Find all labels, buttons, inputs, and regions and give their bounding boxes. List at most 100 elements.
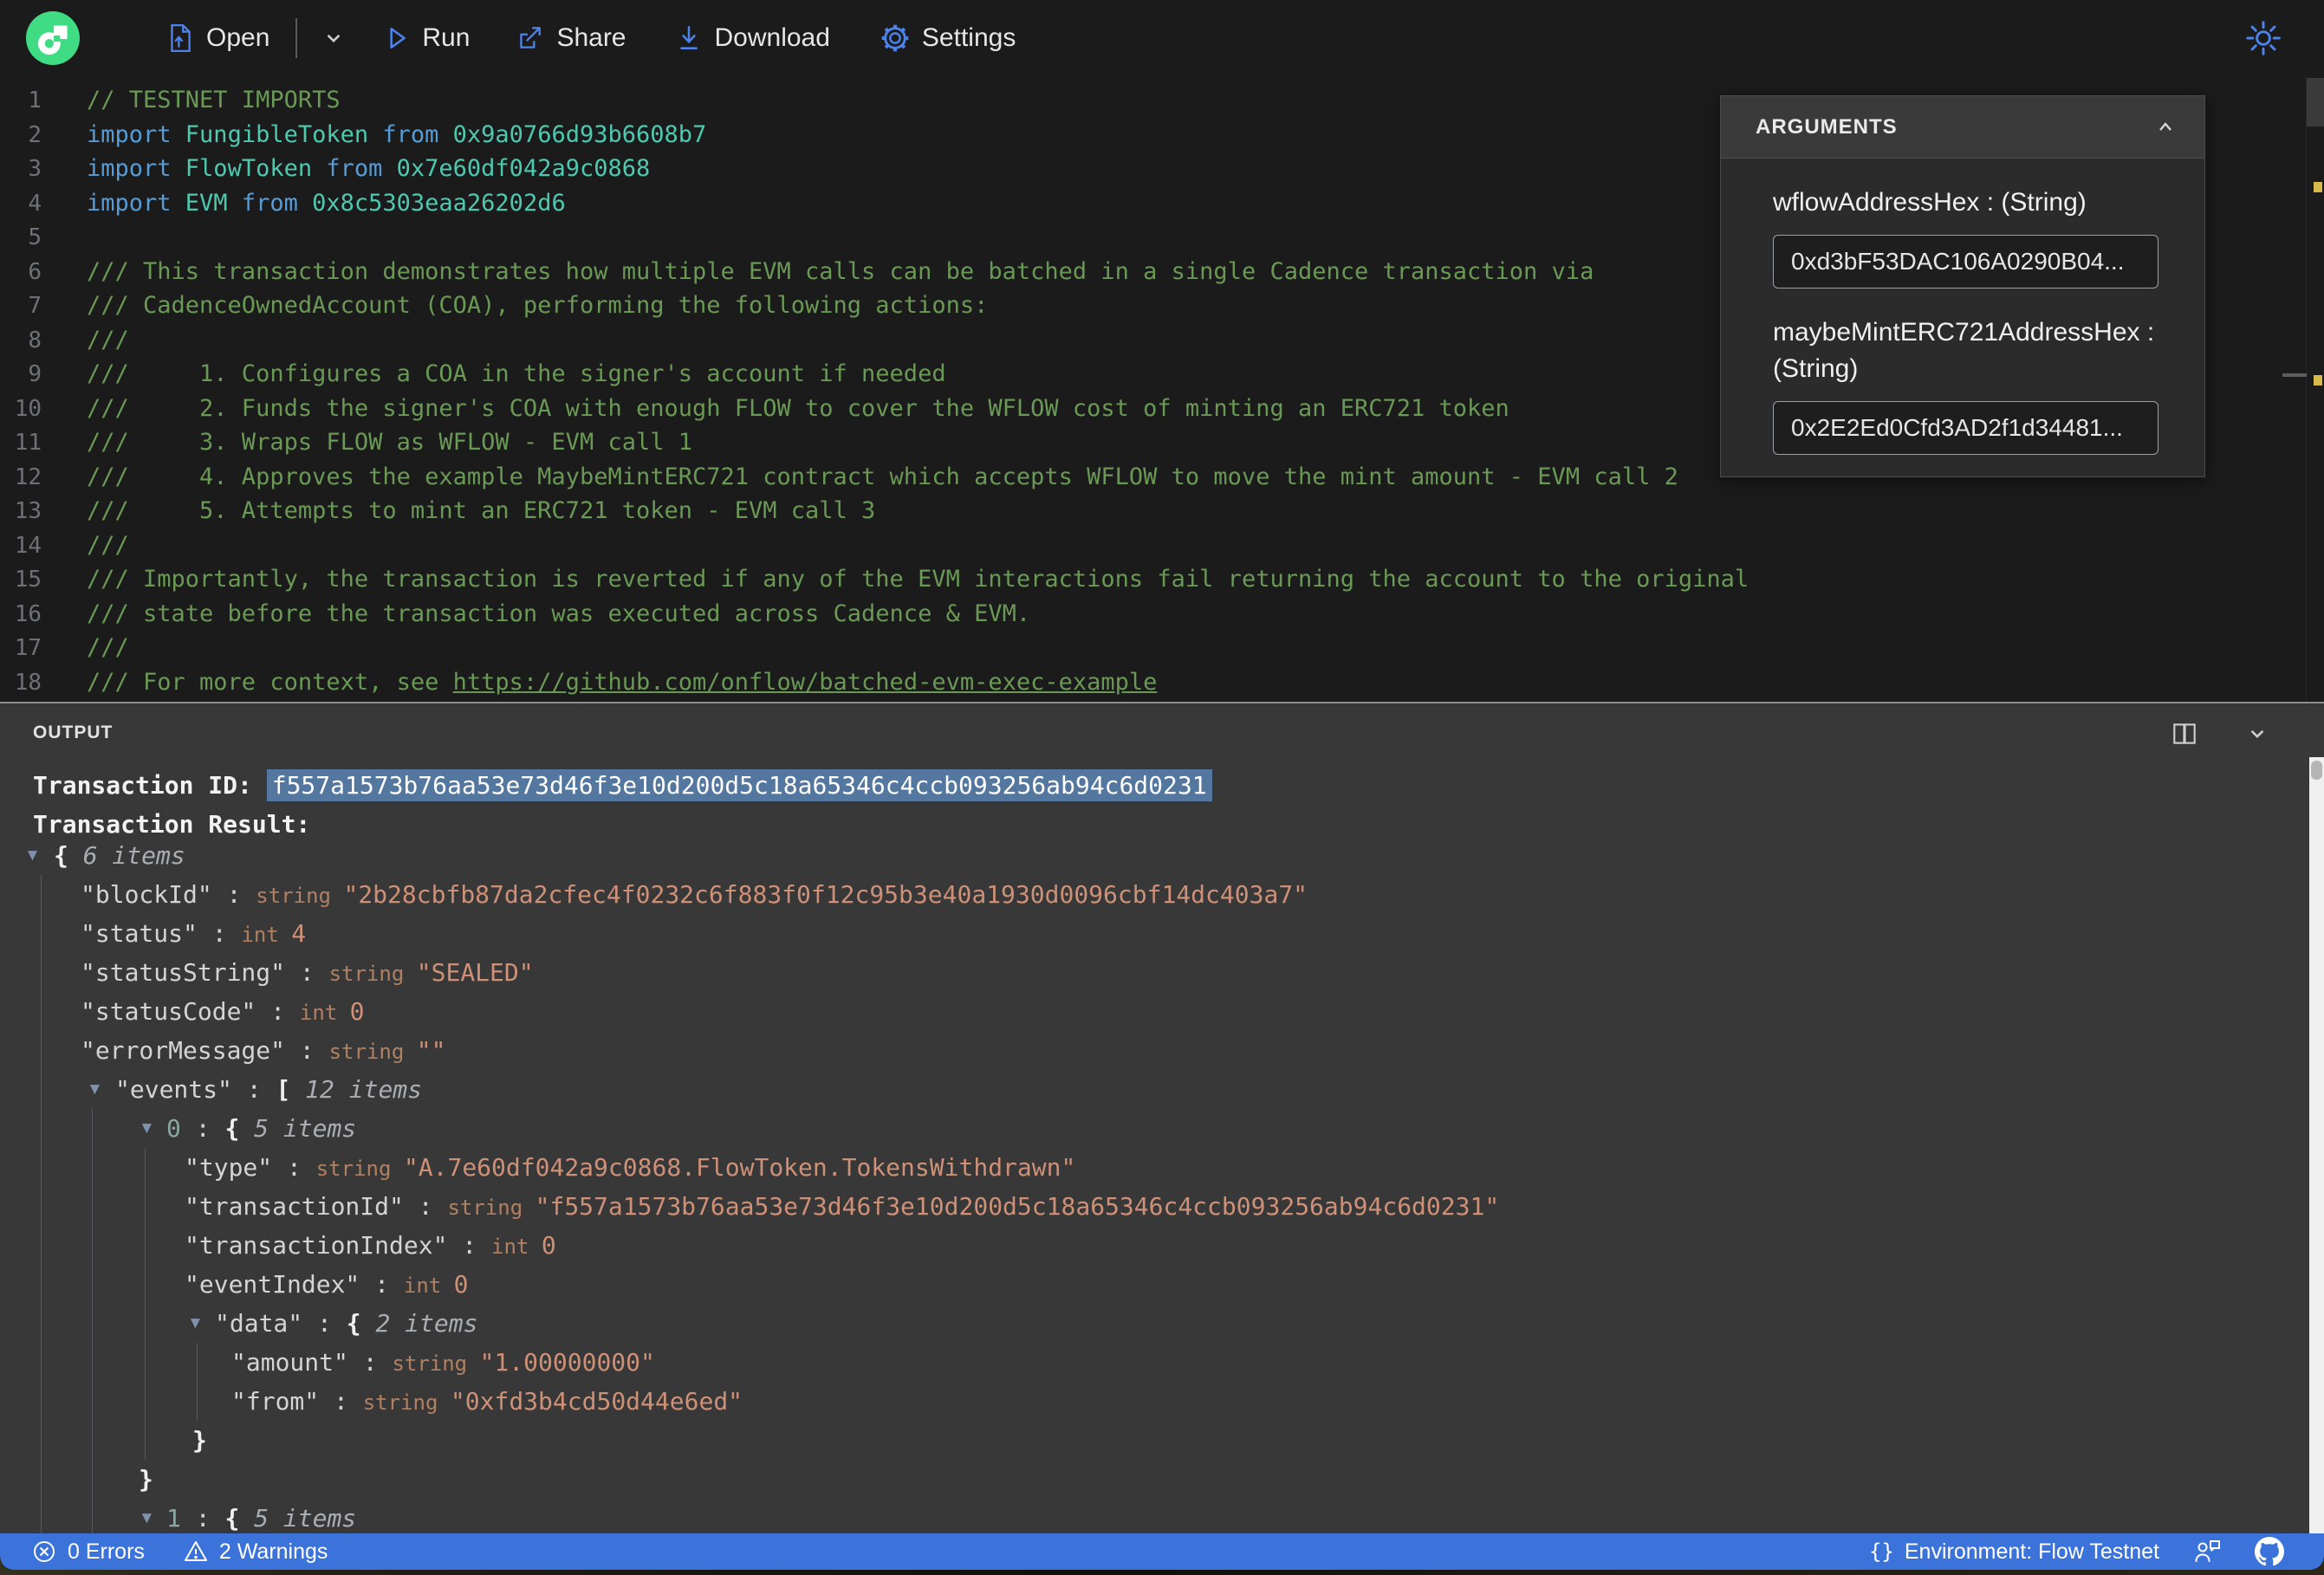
argument-input-wflow[interactable] (1773, 235, 2158, 288)
indent-guide (41, 1382, 42, 1421)
indent-guide (41, 1148, 42, 1187)
indent-guide (41, 1109, 42, 1148)
open-button[interactable]: Open (166, 23, 269, 53)
indent-guide (41, 1070, 42, 1109)
download-icon (679, 25, 698, 49)
code-line: 16/// state before the transaction was e… (0, 597, 2324, 632)
indent-guide (145, 1187, 146, 1226)
tree-row: "amount" : string "1.00000000" (0, 1343, 2324, 1382)
tree-row: ▼ "events" : [ 12 items (0, 1070, 2324, 1109)
indent-guide (92, 1460, 93, 1499)
output-scrollbar-track[interactable] (2309, 757, 2324, 1533)
tree-row: "statusString" : string "SEALED" (0, 953, 2324, 992)
run-icon (390, 28, 406, 49)
arguments-header[interactable]: ARGUMENTS (1721, 96, 2204, 159)
split-view-icon[interactable] (2170, 719, 2199, 749)
output-title: OUTPUT (33, 723, 114, 742)
indent-guide (41, 1304, 42, 1343)
indent-guide (41, 953, 42, 992)
editor-scrollbar-thumb[interactable] (2307, 78, 2324, 126)
indent-guide (41, 875, 42, 914)
indent-guide (41, 914, 42, 953)
indent-guide (145, 1421, 146, 1460)
settings-label: Settings (921, 23, 1016, 52)
errors-status[interactable]: 0 Errors (31, 1539, 145, 1565)
code-line: 13/// 5. Attempts to mint an ERC721 toke… (0, 494, 2324, 528)
argument-label: maybeMintERC721AddressHex : (String) (1773, 318, 2155, 383)
tree-collapse-toggle[interactable]: ▼ (24, 836, 41, 875)
share-label: Share (556, 23, 626, 52)
output-scrollbar-thumb[interactable] (2311, 761, 2322, 780)
feedback-person-icon[interactable] (2192, 1538, 2222, 1565)
line-number: 8 (28, 327, 42, 353)
transaction-id-value[interactable]: f557a1573b76aa53e73d46f3e10d200d5c18a653… (266, 769, 1212, 801)
warning-triangle-icon (184, 1541, 207, 1561)
environment-status[interactable]: {} Environment: Flow Testnet (1869, 1539, 2159, 1565)
open-file-icon (171, 23, 191, 53)
indent-guide (92, 1187, 93, 1226)
open-dropdown-button[interactable] (320, 24, 347, 52)
indent-guide (92, 1343, 93, 1382)
errors-label: 0 Errors (68, 1539, 145, 1564)
indent-guide (145, 1382, 146, 1421)
indent-guide (92, 1304, 93, 1343)
warning-ruler-mark (2314, 182, 2322, 192)
collapse-output-chevron-icon[interactable] (2243, 719, 2272, 749)
indent-guide (92, 1148, 93, 1187)
share-icon (520, 27, 542, 49)
tree-row: ▼ 1 : { 5 items (0, 1499, 2324, 1533)
indent-guide (145, 1343, 146, 1382)
warning-ruler-mark (2314, 375, 2322, 386)
line-number: 9 (28, 361, 42, 387)
indent-guide (197, 1382, 198, 1421)
argument-input-maybemint[interactable] (1773, 401, 2158, 455)
collapse-chevron-up-icon[interactable] (2152, 114, 2178, 140)
tree-row: } (0, 1460, 2324, 1499)
run-button[interactable]: Run (382, 23, 470, 53)
tree-collapse-toggle[interactable]: ▼ (139, 1109, 155, 1148)
code-line: 14/// (0, 528, 2324, 563)
share-button[interactable]: Share (515, 23, 626, 53)
open-label: Open (206, 23, 270, 52)
indent-guide (197, 1343, 198, 1382)
gear-icon (881, 24, 909, 52)
line-number: 16 (14, 600, 42, 627)
tree-row: "statusCode" : int 0 (0, 992, 2324, 1031)
indent-guide (41, 1421, 42, 1460)
code-line: 15/// Importantly, the transaction is re… (0, 562, 2324, 597)
code-line: 18/// For more context, see https://gith… (0, 665, 2324, 700)
indent-guide (92, 1421, 93, 1460)
indent-guide (41, 992, 42, 1031)
line-number: 18 (14, 669, 42, 696)
indent-guide (145, 1226, 146, 1265)
line-number: 7 (28, 293, 42, 319)
line-number: 14 (14, 532, 42, 559)
line-number: 3 (28, 156, 42, 182)
download-button[interactable]: Download (675, 23, 830, 53)
line-number: 13 (14, 498, 42, 524)
theme-toggle-sun-icon[interactable] (2244, 19, 2282, 57)
settings-button[interactable]: Settings (880, 23, 1016, 53)
tree-collapse-toggle[interactable]: ▼ (87, 1070, 103, 1109)
flow-logo[interactable] (26, 11, 80, 65)
chevron-down-icon (328, 34, 341, 43)
indent-guide (145, 1304, 146, 1343)
code-line: 17/// (0, 631, 2324, 665)
tree-row: "eventIndex" : int 0 (0, 1265, 2324, 1304)
warnings-status[interactable]: 2 Warnings (183, 1539, 328, 1565)
line-number: 12 (14, 463, 42, 490)
tree-row: "type" : string "A.7e60df042a9c0868.Flow… (0, 1148, 2324, 1187)
download-label: Download (714, 23, 830, 52)
tree-row: } (0, 1421, 2324, 1460)
tree-collapse-toggle[interactable]: ▼ (187, 1304, 204, 1343)
transaction-id-line: Transaction ID: f557a1573b76aa53e73d46f3… (33, 766, 1212, 805)
tree-collapse-toggle[interactable]: ▼ (139, 1499, 155, 1533)
output-panel: OUTPUT Transaction ID: f557a1573b76aa53e… (0, 703, 2324, 1533)
github-icon[interactable] (2255, 1537, 2284, 1566)
tree-row: "from" : string "0xfd3b4cd50d44e6ed" (0, 1382, 2324, 1421)
line-number: 1 (28, 88, 42, 113)
indent-guide (41, 1031, 42, 1070)
code-link[interactable]: https://github.com/onflow/batched-evm-ex… (453, 669, 1158, 696)
line-number: 11 (14, 430, 42, 456)
tree-row: ▼ 0 : { 5 items (0, 1109, 2324, 1148)
